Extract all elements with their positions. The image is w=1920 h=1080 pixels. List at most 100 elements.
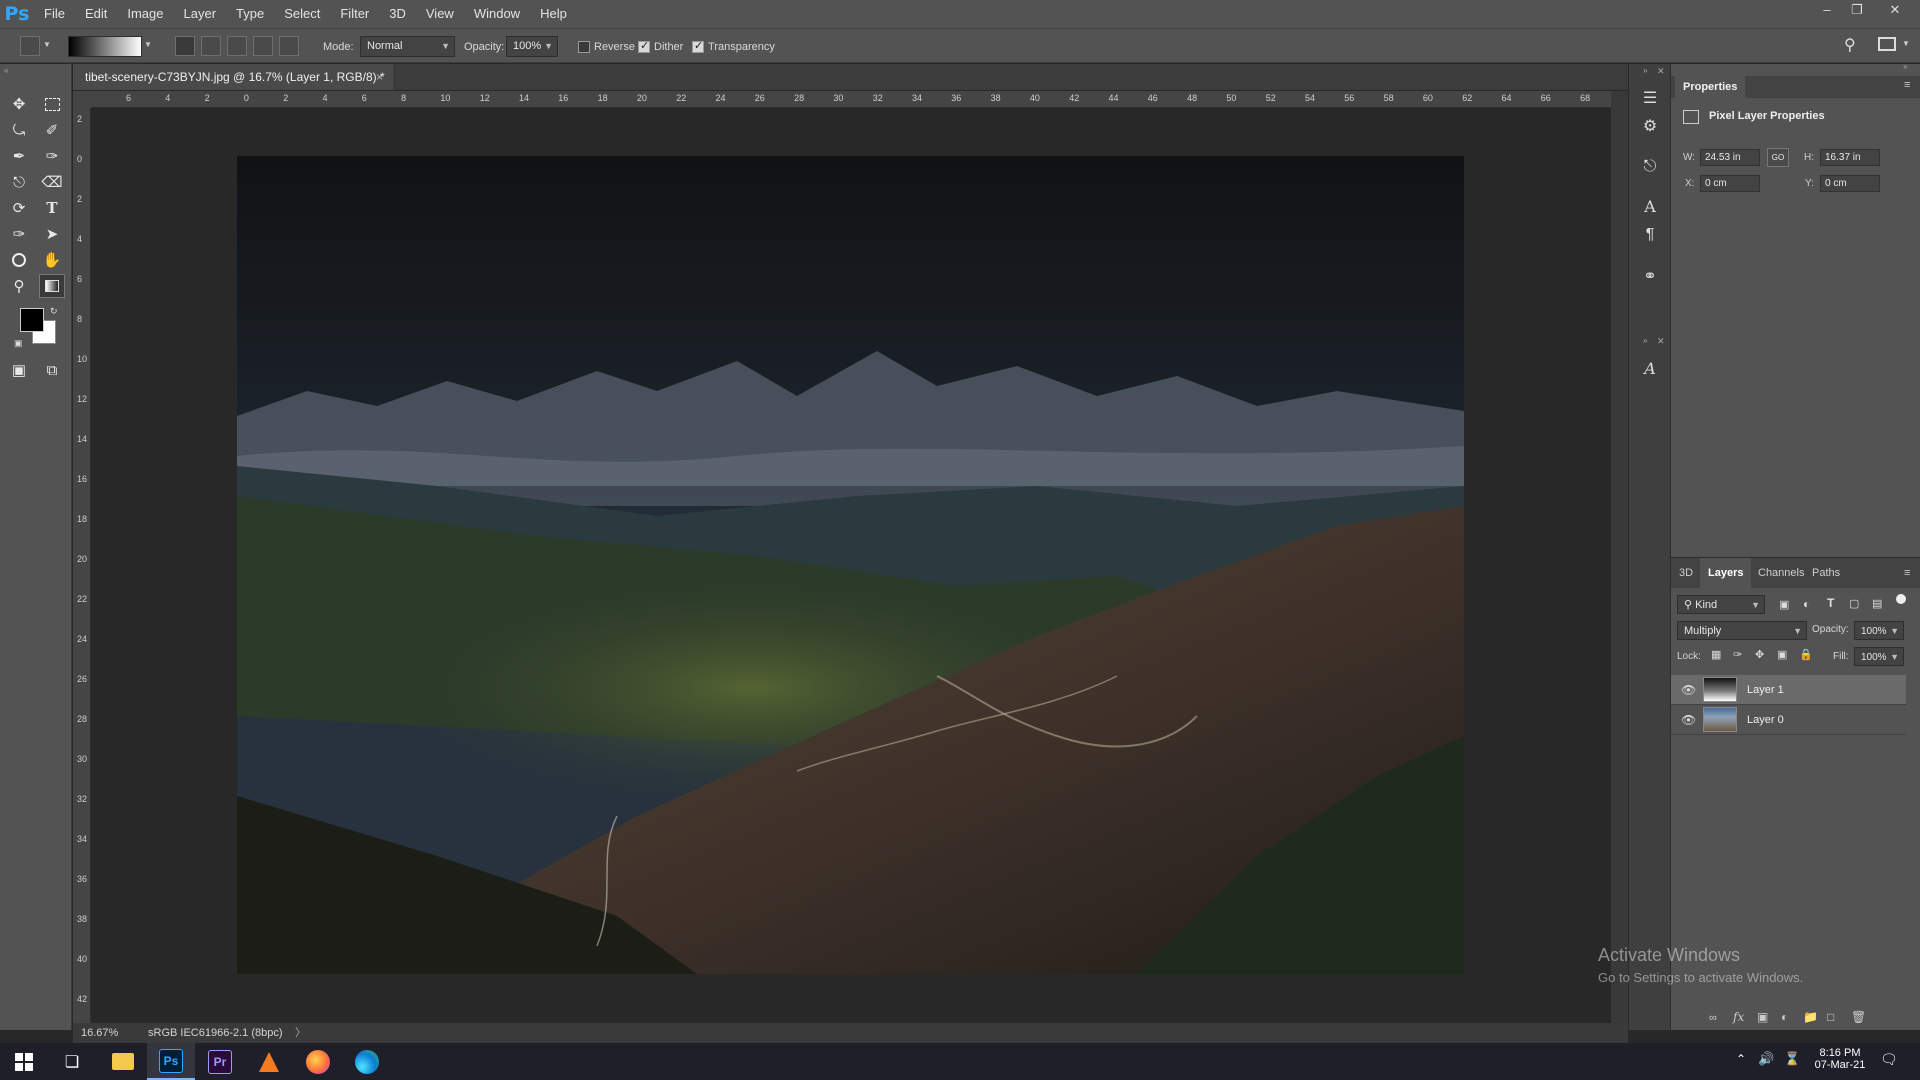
- menu-filter[interactable]: Filter: [330, 0, 379, 28]
- lock-transparent-pixels-icon[interactable]: ▦: [1711, 648, 1721, 661]
- layer-name[interactable]: Layer 0: [1747, 705, 1784, 735]
- panel-menu-icon[interactable]: ≡: [1904, 567, 1910, 579]
- visibility-eye-icon[interactable]: 👁: [1681, 683, 1696, 697]
- lock-position-icon[interactable]: ✥: [1755, 648, 1764, 661]
- filter-shape-icon[interactable]: ▢: [1849, 597, 1859, 610]
- libraries-panel-icon[interactable]: ⚭: [1637, 264, 1663, 290]
- layer-row[interactable]: 👁 Layer 0: [1671, 705, 1906, 735]
- expand-panels-icon[interactable]: »: [1643, 336, 1647, 345]
- quick-selection-tool-icon[interactable]: ✐: [39, 118, 65, 142]
- ellipse-tool-icon[interactable]: [6, 248, 32, 272]
- minimize-icon[interactable]: –: [1812, 0, 1842, 22]
- blend-mode-select[interactable]: Multiply ▼: [1677, 621, 1807, 640]
- vertical-scrollbar[interactable]: [1611, 91, 1628, 1023]
- menu-3d[interactable]: 3D: [379, 0, 416, 28]
- filter-kind-select[interactable]: ⚲ Kind ▼: [1677, 595, 1765, 614]
- layer-name[interactable]: Layer 1: [1747, 675, 1784, 705]
- filter-adjustment-icon[interactable]: ◐: [1803, 597, 1810, 611]
- foreground-color-swatch[interactable]: [20, 308, 44, 332]
- menu-window[interactable]: Window: [464, 0, 530, 28]
- new-group-icon[interactable]: 📁: [1803, 1010, 1818, 1024]
- status-menu-icon[interactable]: 〉: [295, 1023, 306, 1043]
- firefox-taskbar-button[interactable]: [294, 1043, 342, 1080]
- start-button[interactable]: [0, 1043, 48, 1080]
- panel-menu-icon[interactable]: ≡: [1904, 79, 1910, 91]
- collapse-panel-icon[interactable]: »: [1903, 62, 1907, 71]
- link-dimensions-icon[interactable]: GO: [1767, 148, 1789, 167]
- restore-icon[interactable]: ❐: [1842, 0, 1872, 22]
- clone-source-panel-icon[interactable]: ⎋: [1637, 154, 1663, 180]
- document-image[interactable]: [237, 156, 1464, 974]
- history-panel-icon[interactable]: ☰: [1637, 86, 1663, 112]
- task-view-button[interactable]: ❏: [48, 1043, 96, 1080]
- notifications-icon[interactable]: 🗨: [1880, 1051, 1898, 1068]
- radial-gradient-icon[interactable]: [201, 36, 221, 56]
- mode-select[interactable]: Normal ▼: [360, 36, 455, 57]
- tab-layers[interactable]: Layers: [1700, 558, 1752, 588]
- y-field[interactable]: 0 cm: [1820, 175, 1880, 192]
- menu-select[interactable]: Select: [274, 0, 330, 28]
- menu-edit[interactable]: Edit: [75, 0, 117, 28]
- clock[interactable]: 8:16 PM 07-Mar-21: [1810, 1047, 1870, 1071]
- menu-view[interactable]: View: [416, 0, 464, 28]
- menu-file[interactable]: File: [34, 0, 75, 28]
- vlc-taskbar-button[interactable]: [245, 1043, 293, 1080]
- default-colors-icon[interactable]: ▣: [14, 338, 23, 349]
- document-tab[interactable]: tibet-scenery-C73BYJN.jpg @ 16.7% (Layer…: [73, 64, 393, 90]
- reverse-checkbox[interactable]: [578, 41, 590, 53]
- lock-image-pixels-icon[interactable]: ✑: [1733, 648, 1742, 661]
- swap-colors-icon[interactable]: ↻: [50, 306, 58, 317]
- lock-all-icon[interactable]: 🔒: [1799, 648, 1813, 661]
- zoom-tool-icon[interactable]: ⚲: [6, 274, 32, 298]
- quick-mask-icon[interactable]: ▣: [6, 358, 32, 382]
- visibility-eye-icon[interactable]: 👁: [1681, 713, 1696, 727]
- menu-help[interactable]: Help: [530, 0, 577, 28]
- filter-pixel-icon[interactable]: ▣: [1779, 598, 1789, 611]
- expand-panels-icon[interactable]: »: [1643, 66, 1647, 75]
- chevron-down-icon[interactable]: ▼: [43, 40, 51, 49]
- angle-gradient-icon[interactable]: [227, 36, 247, 56]
- volume-icon[interactable]: 🔊: [1758, 1051, 1774, 1067]
- opacity-field[interactable]: 100% ▼: [506, 36, 558, 57]
- stamp-tool-icon[interactable]: ⎋: [6, 170, 32, 194]
- close-icon[interactable]: ✕: [1880, 0, 1910, 22]
- menu-layer[interactable]: Layer: [174, 0, 227, 28]
- filter-toggle-icon[interactable]: [1896, 594, 1906, 604]
- new-layer-icon[interactable]: □: [1827, 1010, 1834, 1024]
- premiere-taskbar-button[interactable]: Pr: [196, 1043, 244, 1080]
- diamond-gradient-icon[interactable]: [279, 36, 299, 56]
- ruler-origin[interactable]: [73, 91, 92, 108]
- dither-checkbox[interactable]: [638, 39, 650, 53]
- history-brush-tool-icon[interactable]: ⟳: [6, 196, 32, 220]
- search-icon[interactable]: ⚲: [1844, 35, 1856, 55]
- linear-gradient-icon[interactable]: [175, 36, 195, 56]
- type-tool-icon[interactable]: T: [39, 196, 65, 220]
- layer-style-icon[interactable]: fx: [1733, 1010, 1744, 1024]
- marquee-tool-icon[interactable]: [39, 92, 65, 116]
- paragraph-panel-icon[interactable]: ¶: [1637, 222, 1663, 248]
- tab-3d[interactable]: 3D: [1671, 558, 1701, 588]
- tab-paths[interactable]: Paths: [1804, 558, 1848, 588]
- filter-smart-object-icon[interactable]: ▤: [1872, 597, 1882, 610]
- network-icon[interactable]: ⌛: [1784, 1051, 1800, 1067]
- filter-type-icon[interactable]: T: [1827, 596, 1834, 610]
- photoshop-taskbar-button[interactable]: Ps: [147, 1043, 195, 1080]
- glyphs-panel-icon[interactable]: A: [1637, 356, 1663, 382]
- close-tab-icon[interactable]: ×: [376, 64, 383, 90]
- gradient-preview[interactable]: [68, 36, 142, 57]
- link-layers-icon[interactable]: ∞: [1709, 1012, 1717, 1024]
- hand-tool-icon[interactable]: ✋: [39, 248, 65, 272]
- move-tool-icon[interactable]: ✥: [6, 92, 32, 116]
- fill-field[interactable]: 100% ▼: [1854, 647, 1904, 666]
- eyedropper-tool-icon[interactable]: ✒: [6, 144, 32, 168]
- brush-tool-icon[interactable]: ✑: [39, 144, 65, 168]
- character-panel-icon[interactable]: A: [1637, 194, 1663, 220]
- delete-layer-icon[interactable]: 🗑: [1851, 1010, 1866, 1024]
- x-field[interactable]: 0 cm: [1700, 175, 1760, 192]
- height-field[interactable]: 16.37 in: [1820, 149, 1880, 166]
- menu-image[interactable]: Image: [117, 0, 173, 28]
- zoom-level[interactable]: 16.67%: [81, 1023, 118, 1043]
- lock-artboard-icon[interactable]: ▣: [1777, 648, 1787, 661]
- show-hidden-icons-icon[interactable]: ⌃: [1736, 1052, 1746, 1066]
- gradient-tool-preset-icon[interactable]: [20, 36, 40, 56]
